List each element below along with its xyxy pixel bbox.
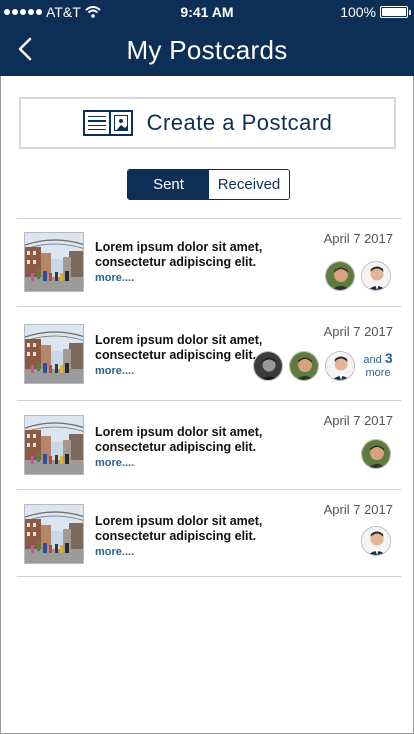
avatar	[361, 439, 391, 469]
postcard-message: Lorem ipsum dolor sit amet, consectetur …	[95, 514, 263, 543]
recipient-avatars	[325, 261, 391, 291]
avatar	[361, 261, 391, 291]
list-item[interactable]: Lorem ipsum dolor sit amet, consectetur …	[17, 489, 401, 577]
postcard-thumbnail	[24, 504, 84, 564]
status-right: 100%	[340, 4, 411, 20]
postcard-message: Lorem ipsum dolor sit amet, consectetur …	[95, 425, 263, 454]
create-postcard-button[interactable]: Create a Postcard	[19, 97, 396, 149]
avatar	[325, 351, 355, 381]
more-recipients-label[interactable]: and 3 more	[361, 350, 395, 380]
recipient-avatars: and 3 more	[253, 351, 395, 381]
postcard-thumbnail	[24, 232, 84, 292]
more-link[interactable]: more....	[95, 271, 270, 286]
avatar	[361, 526, 391, 556]
list-item[interactable]: Lorem ipsum dolor sit amet, consectetur …	[17, 306, 401, 400]
sent-received-toggle: Sent Received	[127, 169, 290, 200]
postcard-message: Lorem ipsum dolor sit amet, consectetur …	[95, 333, 263, 362]
postcard-icon	[82, 110, 133, 136]
and-label: and	[363, 354, 382, 366]
more-link[interactable]: more....	[95, 364, 270, 379]
list-item[interactable]: Lorem ipsum dolor sit amet, consectetur …	[17, 400, 401, 489]
postcard-date: April 7 2017	[323, 413, 393, 428]
postcard-list: Lorem ipsum dolor sit amet, consectetur …	[17, 218, 401, 577]
extra-recipient-count: 3	[384, 350, 393, 366]
postcard-date: April 7 2017	[323, 324, 393, 339]
postcard-text: Lorem ipsum dolor sit amet, consectetur …	[95, 240, 270, 286]
more-label: more	[365, 367, 391, 379]
recipient-avatars	[361, 526, 391, 556]
list-item[interactable]: Lorem ipsum dolor sit amet, consectetur …	[17, 218, 401, 306]
app-header: AT&T 9:41 AM 100% My Postcards	[0, 0, 414, 76]
postcard-message: Lorem ipsum dolor sit amet, consectetur …	[95, 240, 263, 269]
postcard-date: April 7 2017	[323, 502, 393, 517]
postcard-thumbnail	[24, 324, 84, 384]
battery-icon	[380, 6, 411, 18]
postcard-text: Lorem ipsum dolor sit amet, consectetur …	[95, 514, 270, 560]
postcard-text: Lorem ipsum dolor sit amet, consectetur …	[95, 333, 270, 379]
recipient-avatars	[361, 439, 391, 469]
avatar	[325, 261, 355, 291]
status-bar: AT&T 9:41 AM 100%	[0, 0, 414, 24]
create-postcard-label: Create a Postcard	[146, 110, 333, 135]
tab-sent[interactable]: Sent	[128, 170, 209, 199]
postcard-date: April 7 2017	[323, 231, 393, 246]
tab-received[interactable]: Received	[209, 170, 289, 199]
avatar	[289, 351, 319, 381]
more-link[interactable]: more....	[95, 456, 270, 471]
postcard-thumbnail	[24, 415, 84, 475]
battery-percent: 100%	[340, 4, 376, 20]
avatar	[253, 351, 283, 381]
more-link[interactable]: more....	[95, 545, 270, 560]
page-title: My Postcards	[126, 35, 288, 65]
postcard-text: Lorem ipsum dolor sit amet, consectetur …	[95, 425, 270, 471]
